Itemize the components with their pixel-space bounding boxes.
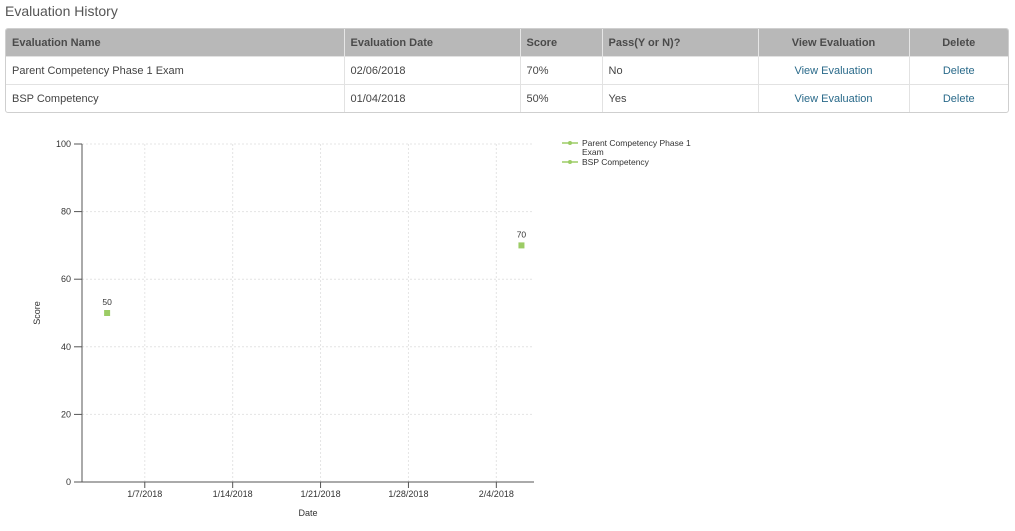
evaluation-table: Evaluation Name Evaluation Date Score Pa… [6, 29, 1008, 112]
view-evaluation-link[interactable]: View Evaluation [794, 93, 872, 105]
score-chart: 0 20 40 60 80 100 1/7/2018 1/14/2018 1/21/2018 1/… [32, 138, 691, 518]
y-tick-label: 60 [61, 274, 71, 284]
section-title: Evaluation History [5, 3, 118, 19]
delete-link[interactable]: Delete [943, 93, 975, 105]
column-header-delete[interactable]: Delete [909, 29, 1008, 57]
x-tick-label: 1/14/2018 [213, 489, 253, 499]
table-header-row: Evaluation Name Evaluation Date Score Pa… [6, 29, 1008, 57]
score-cell: 50% [520, 84, 603, 112]
pass-cell: Yes [602, 84, 759, 112]
legend-marker [568, 160, 572, 164]
delete-link[interactable]: Delete [943, 65, 975, 77]
y-tick-label: 0 [66, 477, 71, 487]
data-label: 70 [517, 229, 527, 239]
evaluation-date-cell: 02/06/2018 [344, 56, 521, 85]
x-tick-label: 2/4/2018 [479, 489, 514, 499]
evaluation-date-cell: 01/04/2018 [344, 84, 521, 112]
x-axis-label: Date [298, 508, 317, 518]
delete-cell: Delete [909, 56, 1008, 85]
view-evaluation-link[interactable]: View Evaluation [794, 65, 872, 77]
column-header-pass[interactable]: Pass(Y or N)? [602, 29, 759, 57]
x-tick-label: 1/7/2018 [127, 489, 162, 499]
data-label: 50 [102, 297, 112, 307]
column-header-evaluation-date[interactable]: Evaluation Date [344, 29, 521, 57]
y-axis-label: Score [32, 301, 42, 325]
view-evaluation-cell: View Evaluation [758, 84, 910, 112]
score-cell: 70% [520, 56, 603, 85]
data-point [518, 242, 525, 249]
evaluation-history-grid: Evaluation Name Evaluation Date Score Pa… [5, 28, 1009, 113]
data-point [104, 310, 111, 316]
delete-cell: Delete [909, 84, 1008, 112]
view-evaluation-cell: View Evaluation [758, 56, 910, 85]
y-tick-label: 20 [61, 409, 71, 419]
legend-entry: BSP Competency [582, 157, 650, 167]
column-header-score[interactable]: Score [520, 29, 603, 57]
legend-marker [568, 141, 572, 145]
legend-entry: Exam [582, 147, 604, 157]
y-tick-label: 100 [56, 139, 71, 149]
evaluation-name-cell: Parent Competency Phase 1 Exam [6, 56, 345, 85]
evaluation-name-cell: BSP Competency [6, 84, 345, 112]
x-tick-label: 1/21/2018 [301, 489, 341, 499]
column-header-view-evaluation[interactable]: View Evaluation [758, 29, 910, 57]
y-tick-label: 80 [61, 207, 71, 217]
table-row: Parent Competency Phase 1 Exam 02/06/201… [6, 56, 1008, 85]
column-header-evaluation-name[interactable]: Evaluation Name [6, 29, 345, 57]
table-row: BSP Competency 01/04/2018 50% Yes View E… [6, 84, 1008, 112]
x-tick-label: 1/28/2018 [388, 489, 428, 499]
y-tick-label: 40 [61, 342, 71, 352]
pass-cell: No [602, 56, 759, 85]
